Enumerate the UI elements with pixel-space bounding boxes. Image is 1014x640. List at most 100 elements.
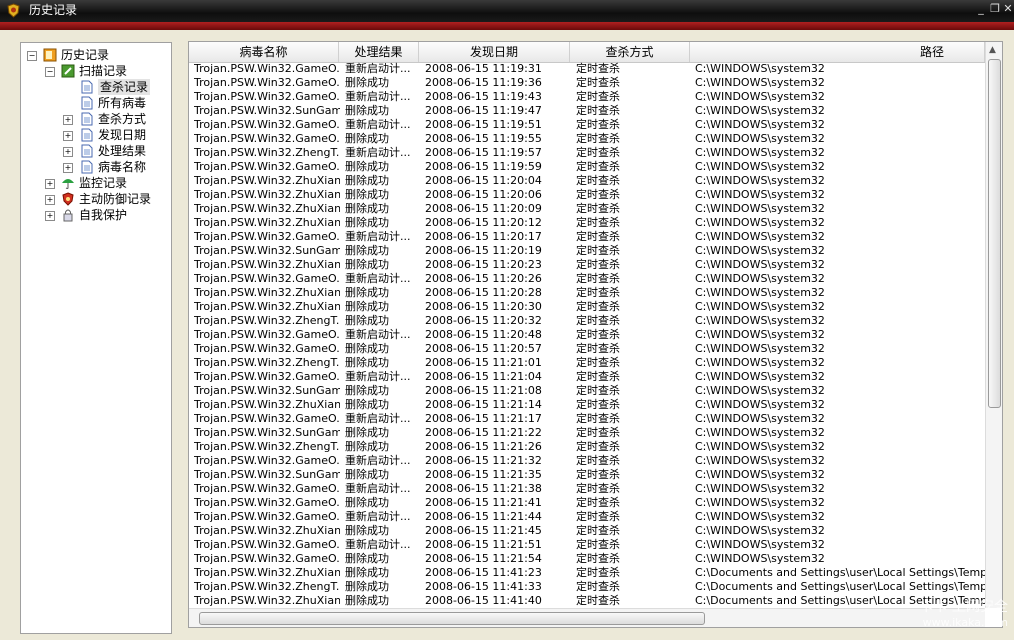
table-row[interactable]: Trojan.PSW.Win32.ZhuXian... 删除成功 2008-06-1… (189, 300, 985, 314)
cell-method: 定时查杀 (576, 384, 620, 397)
table-row[interactable]: Trojan.PSW.Win32.ZhengT... 重新启动计... 2008-0… (189, 146, 985, 160)
cell-method: 定时查杀 (576, 62, 620, 75)
table-row[interactable]: Trojan.PSW.Win32.ZhengT... 删除成功 2008-06-15… (189, 356, 985, 370)
table-row[interactable]: Trojan.PSW.Win32.SunGam... 删除成功 2008-06-15… (189, 384, 985, 398)
cell-virus-name: Trojan.PSW.Win32.GameO... (194, 76, 340, 89)
table-row[interactable]: Trojan.PSW.Win32.ZhuXian... 删除成功 2008-06-1… (189, 594, 985, 608)
table-row[interactable]: Trojan.PSW.Win32.GameO... 重新启动计... 2008-06… (189, 272, 985, 286)
table-row[interactable]: Trojan.PSW.Win32.GameO... 删除成功 2008-06-15 … (189, 132, 985, 146)
cell-path: C:\WINDOWS\system32 (695, 230, 825, 243)
column-header-path[interactable]: 路径 (690, 42, 985, 62)
cell-path: C:\WINDOWS\system32 (695, 538, 825, 551)
table-row[interactable]: Trojan.PSW.Win32.GameO... 重新启动计... 2008-06… (189, 62, 985, 76)
window-title: 历史记录 (29, 3, 78, 17)
tree-item[interactable]: + 处理结果 (21, 143, 169, 159)
vertical-scroll-thumb[interactable] (988, 59, 1001, 408)
table-row[interactable]: Trojan.PSW.Win32.SunGam... 删除成功 2008-06-15… (189, 104, 985, 118)
tree-item[interactable]: + 主动防御记录 (21, 191, 169, 207)
tree-item[interactable]: + 发现日期 (21, 127, 169, 143)
expand-icon[interactable]: + (63, 163, 73, 173)
cell-result: 删除成功 (345, 300, 389, 313)
table-row[interactable]: Trojan.PSW.Win32.ZhuXian... 删除成功 2008-06-1… (189, 566, 985, 580)
table-row[interactable]: Trojan.PSW.Win32.GameO... 重新启动计... 2008-06… (189, 412, 985, 426)
expand-icon[interactable]: + (45, 211, 55, 221)
tree-item[interactable]: + 自我保护 (21, 207, 169, 223)
tree-item[interactable]: − 扫描记录 (21, 63, 169, 79)
document-icon (81, 112, 93, 126)
table-row[interactable]: Trojan.PSW.Win32.ZhengT... 删除成功 2008-06-15… (189, 440, 985, 454)
cell-result: 删除成功 (345, 384, 389, 397)
table-row[interactable]: Trojan.PSW.Win32.GameO... 重新启动计... 2008-06… (189, 328, 985, 342)
cell-path: C:\WINDOWS\system32 (695, 286, 825, 299)
table-row[interactable]: Trojan.PSW.Win32.GameO... 重新启动计... 2008-06… (189, 230, 985, 244)
cell-method: 定时查杀 (576, 90, 620, 103)
scroll-up-icon[interactable]: ▲ (989, 45, 996, 55)
column-header-method[interactable]: 查杀方式 (570, 42, 690, 62)
cell-virus-name: Trojan.PSW.Win32.ZhengT... (194, 146, 340, 159)
tree-item[interactable]: − 历史记录 (21, 47, 169, 63)
table-row[interactable]: Trojan.PSW.Win32.ZhengT... 删除成功 2008-06-15… (189, 314, 985, 328)
table-row[interactable]: Trojan.PSW.Win32.ZhuXian... 删除成功 2008-06-1… (189, 174, 985, 188)
close-button[interactable]: ✕ (1001, 2, 1014, 16)
column-header-date[interactable]: 发现日期 (419, 42, 570, 62)
cell-method: 定时查杀 (576, 496, 620, 509)
cell-method: 定时查杀 (576, 76, 620, 89)
table-row[interactable]: Trojan.PSW.Win32.GameO... 删除成功 2008-06-15 … (189, 160, 985, 174)
tree-item[interactable]: + 监控记录 (21, 175, 169, 191)
table-row[interactable]: Trojan.PSW.Win32.GameO... 重新启动计... 2008-06… (189, 454, 985, 468)
table-row[interactable]: Trojan.PSW.Win32.GameO... 删除成功 2008-06-15 … (189, 496, 985, 510)
table-row[interactable]: Trojan.PSW.Win32.ZhengT... 删除成功 2008-06-15… (189, 580, 985, 594)
expand-icon[interactable]: + (63, 147, 73, 157)
horizontal-scroll-thumb[interactable] (199, 612, 705, 625)
tree-item[interactable]: 所有病毒 (21, 95, 169, 111)
table-row[interactable]: Trojan.PSW.Win32.ZhuXian... 删除成功 2008-06-1… (189, 216, 985, 230)
cell-method: 定时查杀 (576, 454, 620, 467)
table-row[interactable]: Trojan.PSW.Win32.GameO... 重新启动计... 2008-06… (189, 482, 985, 496)
column-header-result[interactable]: 处理结果 (339, 42, 419, 62)
cell-date: 2008-06-15 11:21:38 (425, 482, 542, 495)
table-row[interactable]: Trojan.PSW.Win32.GameO... 重新启动计... 2008-06… (189, 90, 985, 104)
cell-result: 删除成功 (345, 188, 389, 201)
expand-icon[interactable]: + (45, 195, 55, 205)
collapse-icon[interactable]: − (27, 51, 37, 61)
tree-item[interactable]: + 病毒名称 (21, 159, 169, 175)
table-row[interactable]: Trojan.PSW.Win32.GameO... 删除成功 2008-06-15 … (189, 552, 985, 566)
table-row[interactable]: Trojan.PSW.Win32.GameO... 重新启动计... 2008-06… (189, 510, 985, 524)
expand-icon[interactable]: + (63, 115, 73, 125)
table-row[interactable]: Trojan.PSW.Win32.GameO... 重新启动计... 2008-06… (189, 370, 985, 384)
cell-virus-name: Trojan.PSW.Win32.GameO... (194, 454, 340, 467)
table-row[interactable]: Trojan.PSW.Win32.SunGam... 删除成功 2008-06-15… (189, 244, 985, 258)
table-row[interactable]: Trojan.PSW.Win32.ZhuXian... 删除成功 2008-06-1… (189, 398, 985, 412)
cell-virus-name: Trojan.PSW.Win32.GameO... (194, 272, 340, 285)
lock-icon (63, 209, 73, 222)
expand-icon[interactable]: + (63, 131, 73, 141)
table-row[interactable]: Trojan.PSW.Win32.ZhuXian... 删除成功 2008-06-1… (189, 188, 985, 202)
cell-method: 定时查杀 (576, 482, 620, 495)
restore-button[interactable]: ❐ (988, 2, 1002, 16)
horizontal-scrollbar[interactable] (189, 608, 985, 627)
table-row[interactable]: Trojan.PSW.Win32.ZhuXian... 删除成功 2008-06-1… (189, 286, 985, 300)
watermark-main: 卡卡 上网安全 (919, 599, 1008, 615)
table-row[interactable]: Trojan.PSW.Win32.SunGam... 删除成功 2008-06-15… (189, 468, 985, 482)
expand-icon[interactable]: + (45, 179, 55, 189)
table-row[interactable]: Trojan.PSW.Win32.GameO... 删除成功 2008-06-15 … (189, 342, 985, 356)
tree-item[interactable]: 查杀记录 (21, 79, 169, 95)
tree-item[interactable]: + 查杀方式 (21, 111, 169, 127)
minimize-button[interactable]: _ (974, 2, 988, 16)
cell-virus-name: Trojan.PSW.Win32.GameO... (194, 370, 340, 383)
table-row[interactable]: Trojan.PSW.Win32.ZhuXian... 删除成功 2008-06-1… (189, 202, 985, 216)
table-row[interactable]: Trojan.PSW.Win32.GameO... 重新启动计... 2008-06… (189, 538, 985, 552)
table-row[interactable]: Trojan.PSW.Win32.GameO... 重新启动计... 2008-06… (189, 118, 985, 132)
table-row[interactable]: Trojan.PSW.Win32.GameO... 删除成功 2008-06-15 … (189, 76, 985, 90)
cell-virus-name: Trojan.PSW.Win32.GameO... (194, 132, 340, 145)
table-row[interactable]: Trojan.PSW.Win32.ZhuXian... 删除成功 2008-06-1… (189, 258, 985, 272)
vertical-scrollbar[interactable]: ▲ (985, 42, 1002, 608)
cell-method: 定时查杀 (576, 328, 620, 341)
table-row[interactable]: Trojan.PSW.Win32.ZhuXian... 删除成功 2008-06-1… (189, 524, 985, 538)
cell-method: 定时查杀 (576, 132, 620, 145)
column-header-virus-name[interactable]: 病毒名称 (189, 42, 339, 62)
collapse-icon[interactable]: − (45, 67, 55, 77)
cell-virus-name: Trojan.PSW.Win32.ZhuXian... (194, 286, 340, 299)
cell-virus-name: Trojan.PSW.Win32.ZhuXian... (194, 202, 340, 215)
table-row[interactable]: Trojan.PSW.Win32.SunGam... 删除成功 2008-06-15… (189, 426, 985, 440)
